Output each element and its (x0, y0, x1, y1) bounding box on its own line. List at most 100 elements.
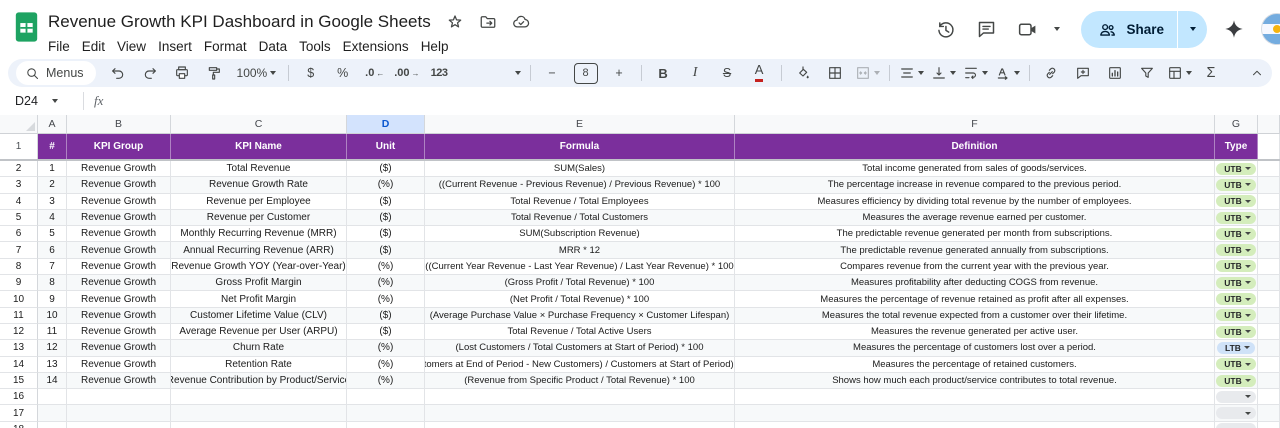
cell[interactable]: Revenue Growth (67, 193, 171, 210)
cell[interactable]: Revenue Growth (67, 258, 171, 276)
currency-format-button[interactable]: $ (295, 61, 326, 85)
type-dropdown-chip[interactable]: UTB (1216, 374, 1256, 387)
cell[interactable]: ((Current Revenue - Previous Revenue) / … (425, 177, 735, 194)
cell[interactable]: Revenue Growth (67, 226, 171, 243)
row-header-14[interactable]: 14 (0, 356, 38, 373)
decrease-font-size-button[interactable]: − (537, 61, 568, 85)
row-header-7[interactable]: 7 (0, 242, 38, 259)
cell[interactable] (735, 389, 1215, 406)
cell[interactable]: MRR * 12 (425, 242, 735, 259)
cell[interactable] (1215, 405, 1258, 422)
row-header-8[interactable]: 8 (0, 258, 38, 276)
vertical-align-button[interactable] (928, 61, 959, 85)
cell[interactable]: Revenue Growth (67, 356, 171, 373)
cell[interactable]: Revenue Growth (67, 323, 171, 341)
row-header-10[interactable]: 10 (0, 291, 38, 308)
row-header-9[interactable]: 9 (0, 275, 38, 292)
cell[interactable]: (%) (347, 258, 425, 276)
cell[interactable]: UTB (1215, 258, 1258, 276)
cell[interactable] (171, 389, 347, 406)
cell[interactable]: Net Profit Margin (171, 291, 347, 308)
header-cell-unit[interactable]: Unit (347, 134, 425, 159)
column-header-A[interactable]: A (38, 115, 67, 134)
cell[interactable]: Revenue Growth (67, 275, 171, 292)
print-button[interactable] (167, 61, 198, 85)
cell[interactable] (67, 405, 171, 422)
cell[interactable]: UTB (1215, 275, 1258, 292)
cell[interactable]: ($) (347, 209, 425, 227)
video-call-caret[interactable] (1054, 27, 1061, 31)
cell[interactable] (347, 389, 425, 406)
percent-format-button[interactable]: % (327, 61, 358, 85)
row-header-17[interactable]: 17 (0, 405, 38, 422)
cell[interactable]: UTB (1215, 226, 1258, 243)
cell[interactable]: Total Revenue (171, 161, 347, 178)
functions-button[interactable]: Σ (1196, 61, 1227, 85)
star-icon[interactable] (446, 13, 464, 31)
cell[interactable] (425, 421, 735, 428)
move-folder-icon[interactable] (479, 13, 497, 31)
cell[interactable] (425, 389, 735, 406)
cell[interactable]: Revenue Growth (67, 307, 171, 324)
header-cell-type[interactable]: Type (1215, 134, 1258, 159)
type-dropdown-chip-empty[interactable] (1216, 423, 1256, 428)
fill-color-button[interactable] (788, 61, 819, 85)
document-title[interactable]: Revenue Growth KPI Dashboard in Google S… (48, 12, 431, 32)
type-dropdown-chip[interactable]: LTB (1217, 341, 1255, 354)
cell[interactable]: (%) (347, 340, 425, 357)
column-header-D[interactable]: D (347, 115, 425, 134)
merge-cells-button[interactable] (852, 61, 883, 85)
cell[interactable]: 9 (38, 291, 67, 308)
type-dropdown-chip[interactable]: UTB (1216, 178, 1256, 191)
menu-format[interactable]: Format (198, 38, 253, 55)
paint-format-button[interactable] (199, 61, 230, 85)
cell[interactable]: ($) (347, 161, 425, 178)
cell[interactable]: (%) (347, 372, 425, 390)
cell[interactable]: Revenue Growth (67, 291, 171, 308)
version-history-icon[interactable] (933, 17, 957, 41)
cell[interactable]: ($) (347, 242, 425, 259)
cell[interactable] (1215, 421, 1258, 428)
cell[interactable]: 11 (38, 323, 67, 341)
cell[interactable]: Total Revenue / Total Active Users (425, 323, 735, 341)
cell[interactable]: Measures the percentage of revenue retai… (735, 291, 1215, 308)
menu-edit[interactable]: Edit (76, 38, 111, 55)
column-header-E[interactable]: E (425, 115, 735, 134)
select-all-corner[interactable] (0, 115, 38, 134)
cell[interactable]: (Net Profit / Total Revenue) * 100 (425, 291, 735, 308)
type-dropdown-chip[interactable]: UTB (1216, 211, 1256, 224)
bold-button[interactable]: B (648, 61, 679, 85)
cell[interactable]: Total Revenue / Total Employees (425, 193, 735, 210)
insert-comment-button[interactable] (1068, 61, 1099, 85)
cell[interactable]: Measures profitability after deducting C… (735, 275, 1215, 292)
cell[interactable]: (Average Purchase Value × Purchase Frequ… (425, 307, 735, 324)
column-header-B[interactable]: B (67, 115, 171, 134)
cell[interactable] (67, 389, 171, 406)
type-dropdown-chip-empty[interactable] (1216, 390, 1256, 403)
comments-icon[interactable] (974, 17, 998, 41)
cell[interactable] (38, 405, 67, 422)
menu-extensions[interactable]: Extensions (337, 38, 415, 55)
menu-file[interactable]: File (42, 38, 76, 55)
menu-view[interactable]: View (111, 38, 152, 55)
cell[interactable]: SUM(Subscription Revenue) (425, 226, 735, 243)
type-dropdown-chip[interactable]: UTB (1216, 195, 1256, 208)
font-family-select[interactable] (456, 61, 524, 85)
cell[interactable]: SUM(Sales) (425, 161, 735, 178)
cell[interactable]: Total Revenue / Total Customers (425, 209, 735, 227)
font-size-input[interactable]: 8 (569, 61, 603, 85)
cell[interactable]: UTB (1215, 209, 1258, 227)
cell[interactable]: UTB (1215, 356, 1258, 373)
cell[interactable]: 2 (38, 177, 67, 194)
cell[interactable] (735, 405, 1215, 422)
cell[interactable]: Revenue per Customer (171, 209, 347, 227)
cell[interactable]: 4 (38, 209, 67, 227)
cell[interactable]: ((Current Year Revenue - Last Year Reven… (425, 258, 735, 276)
row-header-3[interactable]: 3 (0, 177, 38, 194)
hide-toolbar-chevron-icon[interactable] (1246, 62, 1268, 84)
insert-link-button[interactable] (1036, 61, 1067, 85)
cell[interactable]: ((Customers at End of Period - New Custo… (425, 356, 735, 373)
cell[interactable]: 14 (38, 372, 67, 390)
menu-insert[interactable]: Insert (152, 38, 198, 55)
cell[interactable]: (Gross Profit / Total Revenue) * 100 (425, 275, 735, 292)
